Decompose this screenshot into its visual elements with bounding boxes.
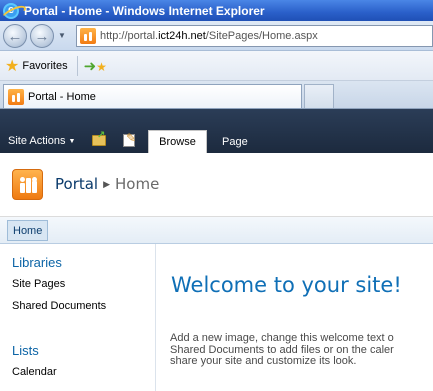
back-button[interactable]: ← [3,24,27,48]
add-to-favorites-bar-icon[interactable]: ➜★ [84,57,107,75]
navigation-bar: ← → ▼ http://portal.ict24h.net/SitePages… [0,21,433,51]
chevron-down-icon: ▼ [68,138,76,145]
tab-browse[interactable]: Browse [148,130,207,153]
site-actions-menu[interactable]: Site Actions ▼ [8,135,75,147]
quicklaunch-item-calendar[interactable]: Calendar [12,366,57,378]
quicklaunch-heading-libraries[interactable]: Libraries [12,255,62,270]
topnav-home-link[interactable]: Home [7,220,49,241]
quick-launch: Libraries Site Pages Shared Documents Li… [0,244,156,391]
window-title: Portal - Home - Windows Internet Explore… [24,3,265,18]
breadcrumb: Portal ▶ Home [55,175,159,193]
new-tab-button[interactable] [304,84,334,108]
intro-line: Add a new image, change this welcome tex… [170,333,394,344]
internet-explorer-icon: e [3,2,19,19]
quicklaunch-item-shared-documents[interactable]: Shared Documents [12,300,106,312]
forward-button[interactable]: → [30,24,54,48]
favorites-bar: ★ Favorites ➜★ [0,51,433,81]
tab-title: Portal - Home [28,90,96,103]
site-logo-icon[interactable] [12,169,43,200]
breadcrumb-site-link[interactable]: Portal [55,175,98,193]
tab-favicon-icon [8,88,24,105]
intro-line: share your site and customize its look. [170,355,357,367]
favorites-separator [76,55,78,76]
address-url[interactable]: http://portal.ict24h.net/SitePages/Home.… [100,30,318,42]
quicklaunch-item-site-pages[interactable]: Site Pages [12,278,65,290]
welcome-heading: Welcome to your site! [171,273,402,297]
quicklaunch-heading-lists[interactable]: Lists [12,343,39,358]
site-header: Portal ▶ Home [0,153,433,217]
breadcrumb-separator-icon: ▶ [103,180,111,190]
favorites-button[interactable]: Favorites [22,60,67,72]
back-arrow-icon: ← [7,27,23,45]
address-bar[interactable]: http://portal.ict24h.net/SitePages/Home.… [76,25,433,47]
edit-page-icon[interactable] [123,131,136,147]
top-link-bar: Home [0,217,433,244]
forward-arrow-icon: → [34,27,50,45]
favorites-star-icon: ★ [5,57,20,75]
browser-tab-active[interactable]: Portal - Home [3,84,302,108]
window-title-bar: e Portal - Home - Windows Internet Explo… [0,0,433,21]
navigate-up-icon[interactable] [92,130,106,146]
breadcrumb-current-page: Home [115,175,160,193]
sharepoint-favicon-icon [80,28,96,44]
intro-text: Add a new image, change this welcome tex… [170,333,433,368]
sharepoint-ribbon: Site Actions▼ Browse Page [0,109,433,153]
recent-pages-dropdown[interactable]: ▼ [58,31,66,40]
browser-tab-bar: Portal - Home [0,81,433,109]
tab-page[interactable]: Page [212,130,258,153]
